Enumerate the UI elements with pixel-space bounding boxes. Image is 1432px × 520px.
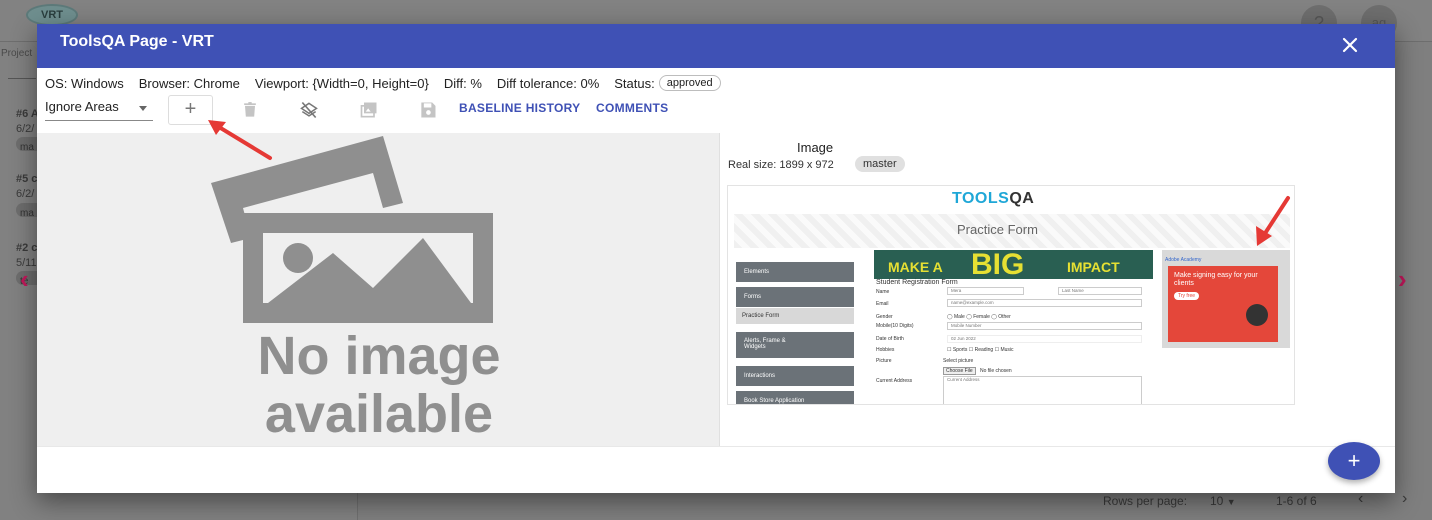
delete-icon[interactable] (240, 100, 260, 120)
form-label: Picture (876, 358, 892, 364)
build-item-title[interactable]: #5 c (16, 173, 37, 185)
address-field: Current Address (943, 376, 1142, 404)
ad-pen-icon (1246, 304, 1268, 326)
rows-per-page-select[interactable]: 10 ▼ (1210, 494, 1236, 508)
os-info: OS: Windows (45, 75, 124, 91)
project-select-label[interactable]: Project (1, 48, 32, 59)
diff-info: Diff: % (443, 75, 482, 91)
no-image-text: No image available (257, 326, 501, 444)
last-name-field: Last Name (1058, 287, 1142, 295)
browser-info: Browser: Chrome (138, 75, 240, 91)
save-icon[interactable] (418, 100, 438, 120)
build-item-title[interactable]: #2 c (16, 242, 37, 254)
form-label: Hobbies (876, 347, 895, 353)
nav-alerts: Alerts, Frame & Widgets (736, 332, 854, 358)
nav-practice-form: Practice Form (736, 308, 854, 324)
build-item-title[interactable]: #6 A (16, 108, 39, 120)
ignore-areas-select[interactable]: Ignore Areas (45, 99, 153, 121)
image-heading: Image (797, 140, 834, 155)
form-label: Email (876, 301, 889, 307)
real-size-info: Real size: 1899 x 972 (728, 159, 834, 171)
banner-text: MAKE A (888, 259, 943, 275)
close-icon[interactable] (1341, 36, 1359, 54)
screenshot-preview[interactable]: TOOLSQA Practice Form Elements Forms Pra… (727, 185, 1295, 405)
baseline-image-pane: No image available (37, 133, 719, 446)
gender-options: ◯ Male ◯ Female ◯ Other (947, 314, 1011, 320)
first-name-field: Mera (947, 287, 1024, 295)
next-arrow-icon[interactable]: › (1398, 264, 1407, 295)
page-next-icon[interactable]: › (1402, 490, 1407, 508)
email-field: name@example.com (947, 299, 1142, 307)
baseline-history-button[interactable]: BASELINE HISTORY (459, 101, 580, 115)
status-badge: approved (658, 75, 721, 91)
select-picture-label: Select picture (943, 358, 974, 364)
ad-alt-text: Adobe Academy (1165, 257, 1202, 263)
ad-button: Try free (1174, 292, 1200, 300)
dialog-toolbar: Ignore Areas + BASELINE HISTORY COMMENTS (37, 95, 1395, 133)
prev-arrow-icon[interactable]: ‹ (20, 264, 29, 295)
dob-field: 02 Jun 2022 (947, 335, 1142, 343)
choose-file-button: Choose File (943, 367, 976, 375)
toolsqa-logo: TOOLSQA (952, 190, 1035, 207)
banner-text: IMPACT (1067, 259, 1120, 275)
ad-card: Make signing easy for your clients Try f… (1168, 266, 1278, 342)
dialog-header: ToolsQA Page - VRT (37, 24, 1395, 68)
ad-banner: MAKE A BIG IMPACT (874, 250, 1153, 279)
nav-book-store: Book Store Application (736, 391, 854, 404)
hobbies-options: ☐ Sports ☐ Reading ☐ Music (947, 347, 1014, 353)
test-run-dialog: ToolsQA Page - VRT OS: Windows Browser: … (37, 24, 1395, 493)
add-comment-fab[interactable]: + (1328, 442, 1380, 480)
app-logo[interactable]: VRT (26, 4, 78, 26)
actual-image-pane: Image Real size: 1899 x 972 master TOOLS… (719, 133, 1395, 446)
chevron-down-icon (139, 106, 147, 111)
dialog-title: ToolsQA Page - VRT (60, 33, 214, 50)
form-label: Name (876, 289, 890, 295)
nav-interactions: Interactions (736, 366, 854, 386)
form-label: Mobile(10 Digits) (876, 323, 914, 329)
mobile-field: Mobile Number (947, 322, 1142, 330)
form-label: Gender (876, 314, 893, 320)
image-placeholder-icon (211, 136, 493, 323)
chevron-down-icon: ▼ (1226, 497, 1236, 507)
form-label: Current Address (876, 378, 913, 384)
form-title: Student Registration Form (876, 279, 958, 286)
layers-clear-icon[interactable] (299, 100, 319, 120)
viewport-info: Viewport: {Width=0, Height=0} (254, 75, 429, 91)
side-ad: Adobe Academy Make signing easy for your… (1162, 250, 1290, 348)
form-label: Date of Birth (876, 336, 904, 342)
test-info-row: OS: Windows Browser: Chrome Viewport: {W… (45, 75, 721, 91)
practice-form-heading: Practice Form (957, 222, 1038, 237)
build-item-date: 6/2/ (16, 188, 35, 200)
add-ignore-area-button[interactable]: + (168, 95, 213, 125)
build-item-date: 6/2/ (16, 123, 35, 135)
rows-per-page-label: Rows per page: (1103, 494, 1188, 508)
image-apply-icon[interactable] (359, 100, 379, 120)
pane-divider (37, 446, 1395, 447)
branch-badge: master (855, 156, 905, 172)
comments-button[interactable]: COMMENTS (596, 101, 668, 115)
nav-forms: Forms (736, 287, 854, 307)
ad-headline: Make signing easy for your clients (1174, 272, 1258, 287)
status-label: Status: (614, 75, 655, 91)
banner-text: BIG (971, 250, 1025, 279)
diff-tolerance-info: Diff tolerance: 0% (496, 75, 600, 91)
nav-elements: Elements (736, 262, 854, 282)
no-file-text: No file chosen (980, 368, 1012, 374)
sidebar-divider (8, 78, 36, 79)
ignore-areas-label: Ignore Areas (45, 99, 119, 114)
pagination-range: 1-6 of 6 (1276, 494, 1317, 508)
